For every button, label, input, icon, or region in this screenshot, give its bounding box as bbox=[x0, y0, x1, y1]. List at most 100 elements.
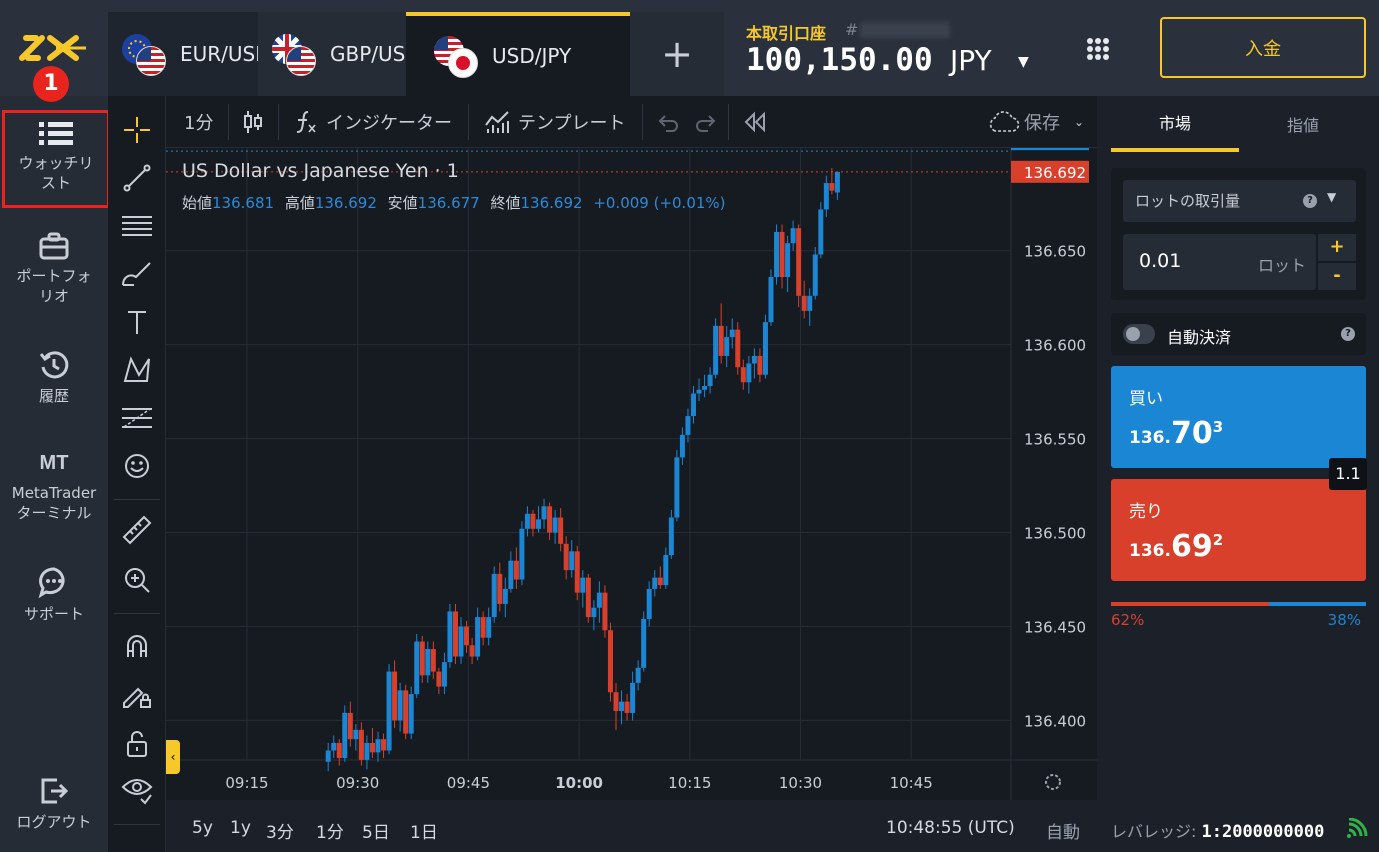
templates-button[interactable]: テンプレート bbox=[484, 96, 625, 148]
candle-body bbox=[679, 434, 685, 458]
price-chart[interactable]: 136.400 136.450 136.500 136.550 136.600 136.6… bbox=[166, 148, 1097, 800]
trendline-tool[interactable] bbox=[117, 158, 157, 198]
candlestick-chart[interactable]: 136.400 136.450 136.500 136.550 136.600 136.6… bbox=[166, 148, 1097, 800]
range-5y[interactable]: 5y bbox=[192, 818, 213, 838]
range-1d[interactable]: 1日 bbox=[410, 818, 438, 843]
lines-tool[interactable] bbox=[117, 206, 157, 246]
sidebar-item-label: 履歴 bbox=[38, 387, 69, 405]
clock-utc[interactable]: 10:48:55 (UTC) bbox=[886, 818, 1015, 838]
balance-currency[interactable]: JPY bbox=[950, 44, 992, 77]
candle-body bbox=[607, 630, 613, 693]
candle-body bbox=[347, 712, 353, 740]
range-1y[interactable]: 1y bbox=[230, 818, 251, 838]
help-icon[interactable]: ? bbox=[1341, 327, 1355, 341]
candle-body bbox=[796, 228, 802, 296]
magnet-tool[interactable] bbox=[117, 626, 157, 666]
leverage-info[interactable]: レバレッジ: 1:2000000000 bbox=[1111, 818, 1324, 842]
sidebar-item-label: サポート bbox=[23, 605, 84, 623]
pattern-tool[interactable] bbox=[117, 350, 157, 390]
candle-body bbox=[486, 617, 492, 638]
sidebar-item-history[interactable]: 履歴 bbox=[0, 350, 108, 406]
ruler-tool[interactable] bbox=[117, 510, 157, 550]
plus-icon: + bbox=[661, 32, 693, 76]
candle-body bbox=[552, 517, 558, 533]
range-3m[interactable]: 3分 bbox=[266, 818, 294, 843]
sidebar-item-logout[interactable]: ログアウト bbox=[0, 776, 108, 832]
indicators-button[interactable]: インジケーター bbox=[294, 96, 452, 148]
collapse-toolbar-button[interactable]: ‹ bbox=[166, 740, 180, 774]
candle-body bbox=[613, 692, 619, 712]
sidebar-item-metatrader[interactable]: MT MetaTraderターミナル bbox=[0, 452, 108, 523]
sidebar-item-support[interactable]: サポート bbox=[0, 566, 108, 624]
lock-drawing-tool[interactable] bbox=[117, 674, 157, 714]
candle-body bbox=[724, 337, 730, 356]
account-type-label[interactable]: 本取引口座 bbox=[746, 20, 826, 44]
ruler-icon bbox=[122, 515, 152, 545]
apps-grid-icon[interactable] bbox=[1086, 37, 1110, 61]
candle-body bbox=[558, 517, 564, 544]
chart-type-button[interactable] bbox=[242, 96, 264, 148]
brush-tool[interactable] bbox=[117, 254, 157, 294]
volume-type-select[interactable]: ロットの取引量 ? ▼ bbox=[1123, 180, 1356, 222]
unlock-icon bbox=[127, 731, 147, 757]
tool-divider bbox=[114, 613, 160, 614]
fib-tool[interactable] bbox=[117, 398, 157, 438]
volume-input[interactable]: 0.01 ロット bbox=[1123, 234, 1316, 290]
sell-button[interactable]: 売り 136.692 bbox=[1111, 479, 1366, 581]
emoji-tool[interactable] bbox=[117, 446, 157, 486]
leverage-label: レバレッジ: bbox=[1111, 822, 1197, 841]
sentiment-bar bbox=[1111, 602, 1366, 606]
exness-logo[interactable] bbox=[16, 28, 92, 68]
replay-button[interactable] bbox=[742, 96, 768, 148]
spread-badge: 1.1 bbox=[1329, 458, 1367, 490]
add-tab-button[interactable]: + bbox=[630, 12, 724, 96]
candle-body bbox=[585, 577, 591, 618]
change-value: +0.009 (+0.01%) bbox=[593, 194, 726, 212]
undo-button[interactable] bbox=[656, 96, 680, 148]
sidebar-item-portfolio[interactable]: ポートフォリオ bbox=[0, 232, 108, 306]
y-tick-label: 136.600 bbox=[1024, 337, 1086, 355]
horizontal-lines-icon bbox=[122, 216, 152, 236]
zoom-tool[interactable] bbox=[117, 560, 157, 600]
logout-icon bbox=[41, 778, 69, 804]
tab-usdjpy[interactable]: USD/JPY bbox=[406, 12, 630, 96]
text-tool[interactable] bbox=[117, 302, 157, 342]
tab-market[interactable]: 市場 bbox=[1111, 96, 1239, 152]
annotation-marker: 1 bbox=[33, 66, 69, 102]
volume-decrease-button[interactable]: - bbox=[1318, 263, 1356, 290]
candle-body bbox=[674, 457, 680, 518]
range-1m[interactable]: 1分 bbox=[316, 818, 344, 843]
account-number-prefix: # bbox=[845, 20, 859, 39]
deposit-button[interactable]: 入金 bbox=[1160, 17, 1366, 78]
tab-eurusd[interactable]: EUR/USD bbox=[108, 12, 258, 96]
close-label: 終値 bbox=[490, 194, 521, 212]
tab-pending[interactable]: 指値 bbox=[1239, 96, 1367, 152]
sidebar-item-watchlist[interactable]: ウォッチリスト bbox=[2, 110, 110, 208]
auto-scale-button[interactable]: 自動 bbox=[1046, 818, 1080, 843]
buy-button[interactable]: 買い 136.703 bbox=[1111, 366, 1366, 468]
visibility-tool[interactable] bbox=[117, 770, 157, 810]
toolbar-divider bbox=[642, 104, 643, 140]
volume-box: ロットの取引量 ? ▼ 0.01 ロット + - bbox=[1111, 168, 1366, 300]
range-5d[interactable]: 5日 bbox=[362, 818, 390, 843]
candlestick-icon bbox=[244, 111, 262, 133]
redo-icon bbox=[696, 115, 716, 132]
chart-bottom-bar: 5y 1y 3分 1分 5日 1日 10:48:55 (UTC) 自動 bbox=[166, 800, 1097, 852]
tab-gbpusd[interactable]: GBP/USD bbox=[258, 12, 406, 96]
account-balance[interactable]: 100,150.00 bbox=[746, 42, 933, 78]
chevron-down-icon[interactable]: ▼ bbox=[1018, 54, 1029, 70]
chevron-down-icon: ▼ bbox=[1327, 190, 1337, 204]
redo-button[interactable] bbox=[694, 96, 718, 148]
unlock-tool[interactable] bbox=[117, 724, 157, 764]
crosshair-tool[interactable] bbox=[117, 110, 157, 150]
candle-body bbox=[547, 506, 553, 533]
candle-body bbox=[641, 618, 647, 668]
help-icon[interactable]: ? bbox=[1303, 194, 1317, 208]
text-icon bbox=[128, 311, 146, 334]
volume-increase-button[interactable]: + bbox=[1318, 234, 1356, 261]
save-button[interactable]: 保存 ⌄ bbox=[986, 96, 1084, 148]
auto-close-toggle[interactable] bbox=[1123, 324, 1155, 344]
account-number-redacted bbox=[860, 22, 950, 38]
interval-selector[interactable]: 1分 bbox=[184, 96, 213, 148]
price-big-figure: 136. bbox=[1129, 428, 1171, 448]
